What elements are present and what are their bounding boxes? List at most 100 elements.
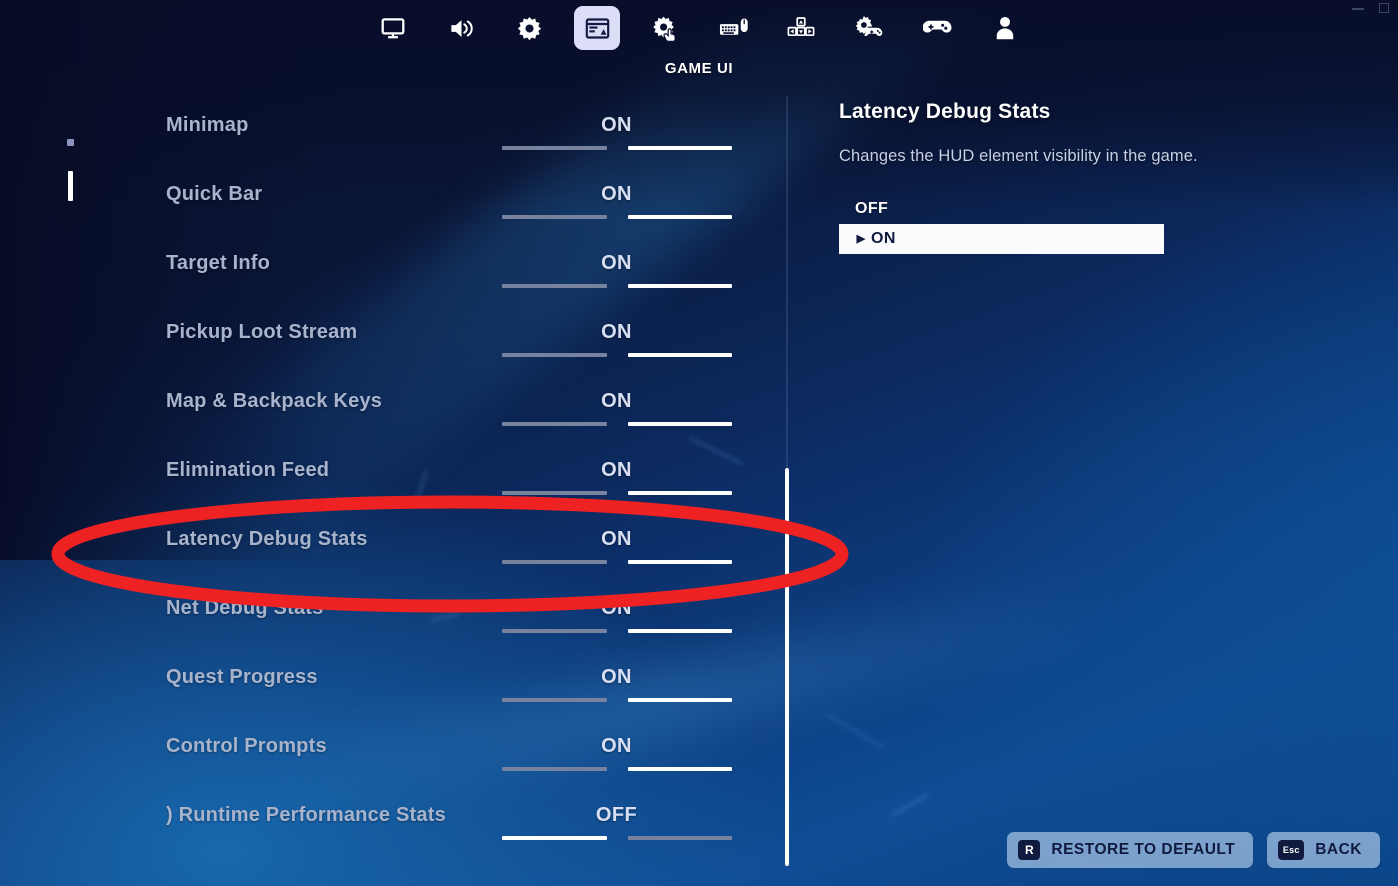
toggle-segment-on[interactable] [628, 491, 732, 495]
settings-row-label: Net Debug Stats [166, 597, 324, 619]
tab-keyboard[interactable] [710, 6, 756, 50]
monitor-icon [380, 15, 406, 41]
settings-row-label: Quick Bar [166, 183, 263, 205]
tab-video[interactable] [370, 6, 416, 50]
settings-row-value: ON [601, 321, 632, 343]
gear-touch-icon [652, 15, 679, 42]
tab-game[interactable] [506, 6, 552, 50]
detail-title: Latency Debug Stats [839, 100, 1051, 123]
option-off[interactable]: OFF [839, 194, 1164, 224]
toggle-segment-off[interactable] [502, 353, 607, 357]
settings-row-label: Elimination Feed [166, 459, 330, 481]
toggle-segment-on[interactable] [628, 698, 732, 702]
settings-row-toggle[interactable] [502, 836, 732, 841]
back-label: BACK [1315, 841, 1362, 858]
detail-description: Changes the HUD element visibility in th… [839, 147, 1198, 165]
settings-row-toggle[interactable] [502, 353, 732, 358]
tab-movement[interactable] [778, 6, 824, 50]
minimize-icon[interactable] [1352, 2, 1364, 14]
wasd-keys-icon [787, 16, 815, 40]
settings-row[interactable]: Minimap ON [0, 114, 786, 176]
toggle-segment-off[interactable] [502, 215, 607, 219]
toggle-segment-off[interactable] [502, 284, 607, 288]
toggle-segment-off[interactable] [502, 836, 607, 840]
settings-row-label: Latency Debug Stats [166, 528, 368, 550]
scrollbar-thumb[interactable] [785, 468, 789, 866]
settings-row-label: Quest Progress [166, 666, 318, 688]
gear-controller-icon [855, 15, 884, 41]
page-indicator[interactable] [48, 112, 93, 228]
settings-row-label: Minimap [166, 114, 249, 136]
settings-row[interactable]: Control Prompts ON [0, 735, 786, 797]
settings-row-value: ON [601, 597, 632, 619]
detail-panel: Latency Debug Stats Changes the HUD elem… [839, 100, 1319, 254]
settings-row[interactable]: Target Info ON [0, 252, 786, 314]
top-navigation: GAME UI [0, 0, 1398, 88]
tab-game-ui[interactable] [574, 6, 620, 50]
settings-row[interactable]: Latency Debug Stats ON [0, 528, 786, 590]
tab-gamepad[interactable] [914, 6, 960, 50]
toggle-segment-on[interactable] [628, 560, 732, 564]
settings-row-value: ON [601, 114, 632, 136]
settings-row-toggle[interactable] [502, 767, 732, 772]
toggle-segment-on[interactable] [628, 836, 732, 840]
option-label: OFF [855, 200, 889, 217]
settings-row-value: ON [601, 735, 632, 757]
settings-row[interactable]: Net Debug Stats ON [0, 597, 786, 659]
tab-controller[interactable] [846, 6, 892, 50]
controller-icon [922, 16, 952, 40]
settings-row-label: Control Prompts [166, 735, 327, 757]
settings-row-toggle[interactable] [502, 422, 732, 427]
maximize-icon[interactable] [1378, 2, 1390, 14]
toggle-segment-on[interactable] [628, 146, 732, 150]
toggle-segment-off[interactable] [502, 629, 607, 633]
active-tab-label: GAME UI [664, 60, 734, 77]
toggle-segment-on[interactable] [628, 629, 732, 633]
tab-touch[interactable] [642, 6, 688, 50]
settings-row[interactable]: Pickup Loot Stream ON [0, 321, 786, 383]
gear-icon [516, 15, 543, 42]
option-label: ON [871, 230, 896, 247]
settings-row-label: Target Info [166, 252, 271, 274]
toggle-segment-off[interactable] [502, 560, 607, 564]
restore-to-default-button[interactable]: R RESTORE TO DEFAULT [1007, 832, 1254, 868]
tab-audio[interactable] [438, 6, 484, 50]
settings-row-value: ON [601, 666, 632, 688]
toggle-segment-off[interactable] [502, 422, 607, 426]
page-dot-icon[interactable] [67, 138, 74, 146]
toggle-segment-off[interactable] [502, 767, 607, 771]
toggle-segment-on[interactable] [628, 422, 732, 426]
settings-row[interactable]: Map & Backpack Keys ON [0, 390, 786, 452]
toggle-segment-on[interactable] [628, 284, 732, 288]
page-bar-icon[interactable] [68, 171, 73, 202]
option-on[interactable]: ▶ ON [839, 224, 1164, 254]
settings-row-toggle[interactable] [502, 560, 732, 565]
settings-row-toggle[interactable] [502, 698, 732, 703]
toggle-segment-off[interactable] [502, 491, 607, 495]
settings-row-label: Map & Backpack Keys [166, 390, 383, 412]
settings-row-value: OFF [595, 804, 638, 826]
settings-row-value: ON [601, 390, 632, 412]
settings-list: Minimap ON Quick Bar ON Target Info ON Pickup … [0, 96, 786, 876]
settings-row-toggle[interactable] [502, 491, 732, 496]
settings-row-value: ON [601, 459, 632, 481]
settings-row-label: Pickup Loot Stream [166, 321, 358, 343]
toggle-segment-off[interactable] [502, 146, 607, 150]
settings-row-toggle[interactable] [502, 284, 732, 289]
settings-row[interactable]: ) Runtime Performance Stats OFF [0, 804, 786, 866]
settings-row-toggle[interactable] [502, 629, 732, 634]
toggle-segment-on[interactable] [628, 767, 732, 771]
settings-row-toggle[interactable] [502, 215, 732, 220]
option-list: OFF ▶ ON [839, 194, 1164, 254]
toggle-segment-on[interactable] [628, 353, 732, 357]
settings-row-toggle[interactable] [502, 146, 732, 151]
settings-row[interactable]: Quick Bar ON [0, 183, 786, 245]
toggle-segment-off[interactable] [502, 698, 607, 702]
back-button[interactable]: Esc BACK [1267, 832, 1380, 868]
tab-account[interactable] [982, 6, 1028, 50]
game-ui-layout-icon [584, 15, 611, 42]
settings-row[interactable]: Elimination Feed ON [0, 459, 786, 521]
settings-row[interactable]: Quest Progress ON [0, 666, 786, 728]
settings-row-value: ON [601, 252, 632, 274]
toggle-segment-on[interactable] [628, 215, 732, 219]
